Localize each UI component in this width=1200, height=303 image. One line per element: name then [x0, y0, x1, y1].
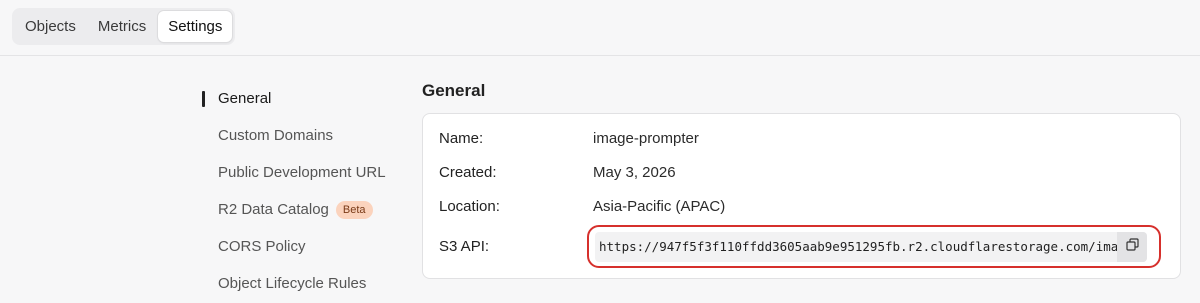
tab-metrics[interactable]: Metrics	[88, 11, 156, 42]
name-label: Name:	[439, 129, 484, 147]
sidebar-item-label: Object Lifecycle Rules	[218, 275, 367, 292]
tab-settings[interactable]: Settings	[158, 11, 233, 42]
location-row: Location: Asia-Pacific (APAC)	[439, 194, 725, 218]
s3-api-highlight: https://947f5f3f110ffdd3605aab9e951295fb…	[587, 225, 1161, 268]
section-title: General	[422, 81, 486, 100]
sidebar-item-cors-policy[interactable]: CORS Policy	[200, 228, 400, 265]
sidebar-item-general[interactable]: General	[200, 80, 400, 117]
general-card: Name: image-prompter Created: May 3, 202…	[422, 113, 1181, 279]
location-value: Asia-Pacific (APAC)	[593, 197, 726, 215]
s3-api-field[interactable]: https://947f5f3f110ffdd3605aab9e951295fb…	[595, 232, 1147, 262]
beta-badge: Beta	[335, 200, 373, 219]
s3-api-label: S3 API:	[439, 237, 490, 255]
top-bar: Objects Metrics Settings	[0, 0, 1200, 56]
sidebar-item-label: R2 Data Catalog	[218, 201, 329, 218]
s3-api-row: S3 API:	[439, 234, 593, 258]
created-row: Created: May 3, 2026	[439, 160, 676, 184]
sidebar-item-public-development-url[interactable]: Public Development URL	[200, 154, 400, 191]
sidebar-item-label: General	[218, 90, 272, 107]
sidebar-item-label: Public Development URL	[218, 164, 386, 181]
sidebar-item-custom-domains[interactable]: Custom Domains	[200, 117, 400, 154]
location-label: Location:	[439, 197, 500, 215]
sidebar-item-object-lifecycle-rules[interactable]: Object Lifecycle Rules	[200, 265, 400, 302]
sidebar-item-label: Custom Domains	[218, 127, 334, 144]
settings-sidebar: General Custom Domains Public Developmen…	[200, 80, 400, 302]
tab-bar: Objects Metrics Settings	[12, 8, 236, 45]
tab-objects[interactable]: Objects	[15, 11, 86, 42]
copy-icon	[1125, 238, 1139, 256]
sidebar-item-r2-data-catalog[interactable]: R2 Data Catalog Beta	[200, 191, 400, 228]
name-row: Name: image-prompter	[439, 126, 699, 150]
sidebar-item-label: CORS Policy	[218, 238, 306, 255]
bucket-name-value: image-prompter	[593, 129, 699, 147]
created-value: May 3, 2026	[593, 163, 676, 181]
active-indicator	[202, 91, 205, 107]
s3-api-url: https://947f5f3f110ffdd3605aab9e951295fb…	[599, 239, 1147, 254]
copy-button[interactable]	[1117, 232, 1147, 262]
created-label: Created:	[439, 163, 497, 181]
